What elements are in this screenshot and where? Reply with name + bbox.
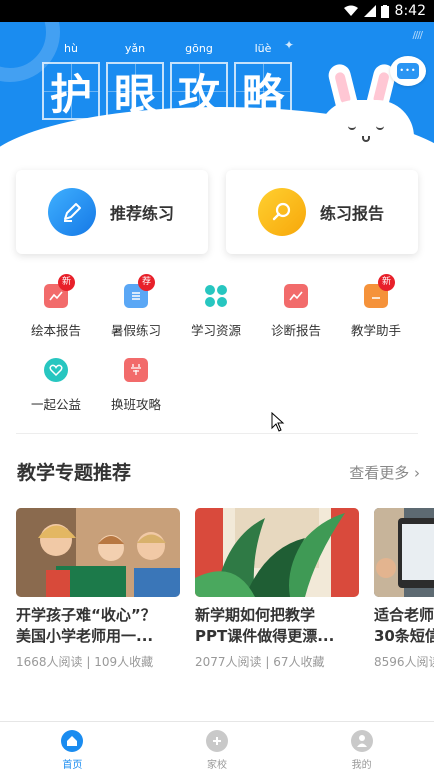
article-stats: 2077人阅读 | 67人收藏 — [195, 655, 325, 669]
article-card[interactable]: 新学期如何把教学 PPT课件做得更漂... 2077人阅读 | 67人收藏 — [195, 508, 359, 670]
banner-char: 眼 — [113, 69, 156, 119]
recommended-practice-label: 推荐练习 — [110, 204, 175, 223]
battery-icon — [380, 4, 389, 18]
stripe-decoration: //// — [412, 30, 424, 41]
article-title: 新学期如何把教学 PPT课件做得更漂... — [195, 605, 359, 647]
feature-label: 教学助手 — [350, 323, 401, 338]
carousel-indicator — [218, 136, 304, 139]
nav-profile[interactable]: 我的 — [289, 722, 434, 772]
status-icons — [343, 4, 389, 18]
feature-learning-resources[interactable]: 学习资源 — [176, 284, 256, 339]
article-stats: 8596人阅读 — [374, 655, 434, 669]
view-more-label: 查看更多 — [349, 464, 410, 482]
feature-charity[interactable]: 一起公益 — [16, 358, 96, 413]
list-icon: 荐 — [124, 274, 155, 308]
mouse-cursor-icon — [271, 412, 285, 432]
magnifier-icon — [258, 188, 306, 236]
wifi-icon — [343, 5, 358, 16]
banner-pinyin: yǎn — [124, 42, 146, 55]
article-thumbnail — [374, 508, 434, 597]
banner-char-box: gōng 攻 — [170, 42, 228, 120]
feature-picture-book-report[interactable]: 新 绘本报告 — [16, 274, 96, 339]
banner-pinyin: lüè — [254, 42, 272, 55]
feature-label: 诊断报告 — [270, 323, 321, 338]
article-title: 开学孩子难“收心”？ 美国小学老师用一... — [16, 605, 180, 647]
status-bar: 8:42 — [0, 0, 434, 22]
article-stats: 1668人阅读 | 109人收藏 — [16, 655, 154, 669]
new-badge: 新 — [58, 274, 75, 291]
bunny-head — [318, 100, 414, 157]
message-icon: ••• — [397, 63, 419, 79]
feature-label: 换班攻略 — [110, 397, 161, 412]
chat-icon — [206, 730, 228, 752]
carousel-dot[interactable] — [218, 136, 232, 139]
practice-report-label: 练习报告 — [320, 204, 385, 223]
nav-label: 家校 — [207, 760, 227, 771]
feature-diagnosis-report[interactable]: 诊断报告 — [256, 284, 336, 339]
nav-home-school[interactable]: 家校 — [145, 722, 290, 772]
feature-label: 暑假练习 — [110, 323, 161, 338]
article-title-line: 美国小学老师用一... — [16, 627, 154, 645]
feature-label: 学习资源 — [190, 323, 241, 338]
article-thumbnail — [16, 508, 180, 597]
recommend-badge: 荐 — [138, 274, 155, 291]
feature-label: 一起公益 — [30, 397, 81, 412]
feature-summer-practice[interactable]: 荐 暑假练习 — [96, 274, 176, 339]
user-icon — [350, 730, 373, 752]
article-card[interactable]: 开学孩子难“收心”？ 美国小学老师用一... 1668人阅读 | 109人收藏 — [16, 508, 180, 670]
article-title-line: 新学期如何把教学 — [195, 606, 316, 624]
nav-home[interactable]: 首页 — [0, 722, 145, 772]
eye-care-banner[interactable]: //// ✦ ✦ hù 护 yǎn 眼 gōng 攻 lüè 略 — [0, 22, 434, 157]
bottom-navigation: 首页 家校 我的 — [0, 721, 434, 772]
banner-char-box: lüè 略 — [234, 42, 292, 120]
section-title: 教学专题推荐 — [17, 462, 132, 484]
recommended-practice-card[interactable]: 推荐练习 — [16, 170, 208, 254]
carousel-dot[interactable] — [254, 136, 268, 139]
nav-label: 我的 — [351, 760, 372, 771]
calendar-icon — [124, 358, 148, 382]
new-badge: 新 — [378, 274, 395, 291]
heart-icon — [44, 358, 68, 382]
section-divider — [16, 433, 418, 434]
banner-pinyin: gōng — [185, 42, 213, 55]
carousel-dot-active[interactable] — [236, 136, 250, 139]
article-thumbnail — [195, 508, 359, 597]
article-card[interactable]: 适合老师 30条短信 8596人阅读 — [374, 508, 434, 670]
feature-label: 绘本报告 — [30, 323, 81, 338]
chart-icon — [284, 284, 308, 308]
chart-icon: 新 — [44, 274, 75, 308]
signal-icon — [363, 5, 376, 17]
article-title: 适合老师 30条短信 — [374, 605, 434, 647]
grid-icon — [204, 284, 228, 308]
carousel-dot[interactable] — [272, 136, 286, 139]
home-icon — [61, 730, 84, 752]
article-title-line: 30条短信 — [374, 627, 434, 645]
status-time: 8:42 — [394, 3, 426, 19]
feature-teaching-assistant[interactable]: 新 教学助手 — [336, 274, 416, 339]
article-title-line: 开学孩子难“收心”？ — [16, 606, 156, 624]
practice-report-card[interactable]: 练习报告 — [226, 170, 418, 254]
feature-class-switch-guide[interactable]: 换班攻略 — [96, 358, 176, 413]
nav-label: 首页 — [62, 760, 83, 771]
view-more-link[interactable]: 查看更多 › — [349, 462, 420, 483]
banner-char: 攻 — [177, 69, 220, 119]
banner-char: 略 — [241, 69, 284, 119]
banner-char: 护 — [49, 69, 92, 119]
banner-char-box: yǎn 眼 — [106, 42, 164, 120]
pencil-icon — [48, 188, 96, 236]
banner-char-box: hù 护 — [42, 42, 100, 120]
message-button[interactable]: ••• — [390, 56, 426, 86]
carousel-dot[interactable] — [290, 136, 304, 139]
chevron-right-icon: › — [414, 464, 420, 482]
article-title-line: 适合老师 — [374, 606, 434, 624]
article-title-line: PPT课件做得更漂... — [195, 627, 335, 645]
folder-icon: 新 — [364, 274, 395, 308]
banner-pinyin: hù — [64, 42, 78, 55]
